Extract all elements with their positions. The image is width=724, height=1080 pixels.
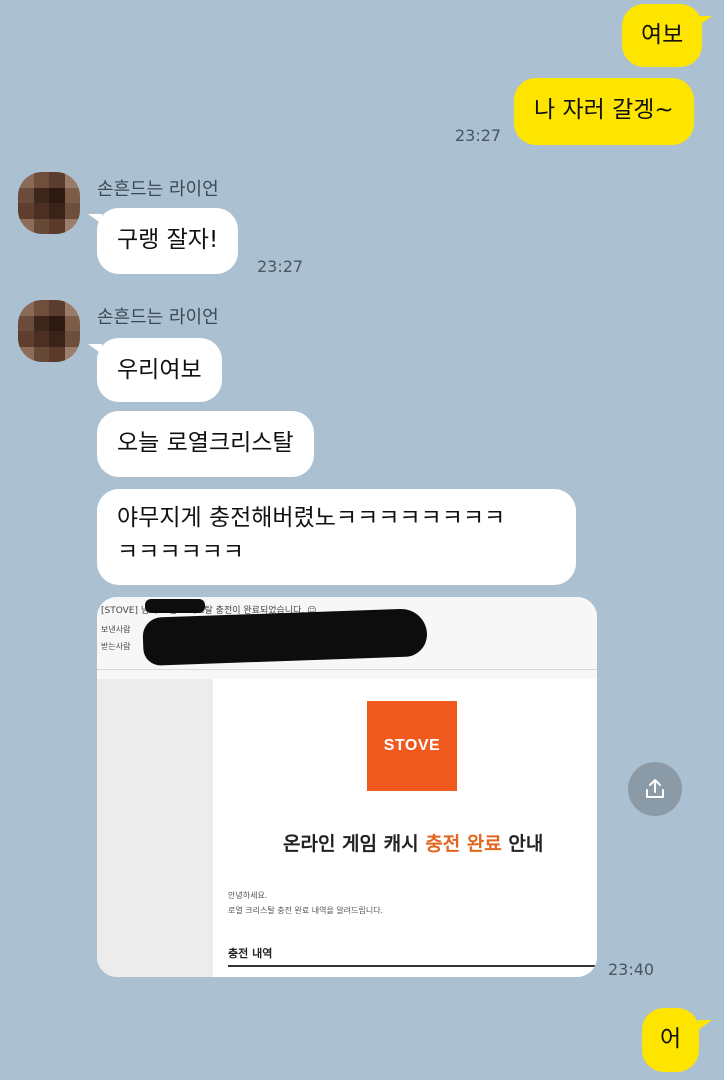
title-suffix: 안내 bbox=[501, 833, 544, 855]
other-message-bubble[interactable]: 오늘 로열크리스탈 bbox=[97, 411, 314, 477]
section-underline bbox=[228, 965, 597, 967]
other-message-bubble[interactable]: 구랭 잘자! bbox=[97, 208, 239, 274]
message-text: 나 자러 갈겡~ bbox=[534, 97, 674, 123]
email-from-label: 보낸사람 bbox=[101, 625, 131, 634]
bubble-tail bbox=[698, 16, 712, 26]
message-text: 야무지게 충전해버렸노ㅋㅋㅋㅋㅋㅋㅋㅋ bbox=[117, 505, 506, 531]
email-to-label: 받는사람 bbox=[101, 642, 131, 651]
message-time: 23:40 bbox=[608, 960, 655, 979]
message-time: 23:27 bbox=[455, 126, 502, 145]
email-title: 온라인 게임 캐시 충전 완료 안내 bbox=[283, 829, 543, 856]
my-message-bubble[interactable]: 어 bbox=[642, 1008, 700, 1072]
bubble-tail bbox=[698, 1020, 712, 1030]
email-greeting: 안녕하세요. bbox=[228, 891, 268, 900]
message-text: ㅋㅋㅋㅋㅋㅋ bbox=[117, 539, 244, 565]
email-side-margin bbox=[97, 679, 213, 977]
share-icon bbox=[646, 779, 664, 798]
share-button[interactable] bbox=[628, 762, 682, 816]
redaction-mark bbox=[145, 599, 205, 613]
message-text: 우리여보 bbox=[117, 357, 202, 383]
my-message-bubble[interactable]: 여보 bbox=[622, 4, 703, 67]
message-text: 어 bbox=[660, 1026, 682, 1052]
divider bbox=[97, 669, 597, 670]
other-message-bubble[interactable]: 야무지게 충전해버렸노ㅋㅋㅋㅋㅋㅋㅋㅋ ㅋㅋㅋㅋㅋㅋ bbox=[97, 489, 576, 585]
logo-text: STOVE bbox=[383, 737, 441, 754]
sender-name: 손흔드는 라이언 bbox=[97, 179, 219, 200]
message-text: 오늘 로열크리스탈 bbox=[117, 430, 294, 456]
other-message-bubble[interactable]: 우리여보 bbox=[97, 338, 222, 402]
message-text: 구랭 잘자! bbox=[117, 227, 219, 253]
my-message-bubble[interactable]: 나 자러 갈겡~ bbox=[514, 78, 694, 145]
stove-logo: STOVE bbox=[367, 701, 457, 791]
avatar[interactable] bbox=[18, 300, 80, 362]
email-description: 로열 크리스탈 충전 완료 내역을 알려드립니다. bbox=[228, 906, 384, 915]
avatar[interactable] bbox=[18, 172, 80, 234]
image-message[interactable]: [STOVE] 님의 로열 크리스탈 충전이 완료되었습니다. ☺ 보낸사람 받… bbox=[97, 597, 597, 977]
message-time: 23:27 bbox=[257, 257, 304, 276]
sender-name: 손흔드는 라이언 bbox=[97, 307, 219, 328]
title-prefix: 온라인 게임 캐시 bbox=[283, 833, 426, 855]
title-accent: 충전 완료 bbox=[425, 833, 502, 855]
email-header: [STOVE] 님의 로열 크리스탈 충전이 완료되었습니다. ☺ 보낸사람 받… bbox=[97, 597, 597, 679]
message-text: 여보 bbox=[641, 22, 684, 48]
redaction-mark bbox=[142, 608, 428, 666]
email-section-label: 충전 내역 bbox=[228, 947, 273, 960]
